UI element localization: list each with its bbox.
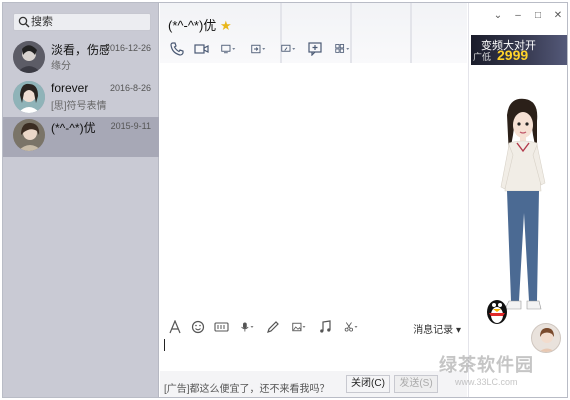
- gif-icon[interactable]: [212, 319, 230, 335]
- contact-sidebar: 搜索 淡看，伤感 2016-12-26 缘分 forever 2016-8-26…: [3, 3, 159, 397]
- message-area[interactable]: [160, 63, 467, 313]
- banner-price: 2999: [497, 47, 529, 63]
- minimize-icon[interactable]: –: [513, 11, 523, 21]
- avatar: [13, 81, 45, 113]
- message-history-button[interactable]: 消息记录 ▾: [413, 321, 461, 336]
- window-controls: ⌄ – □ ✕: [493, 11, 563, 21]
- chat-header: (*^-^*)优 ★: [160, 3, 467, 63]
- avatar: [13, 119, 45, 151]
- text-caret: [164, 339, 165, 351]
- input-toolbar: [166, 319, 363, 335]
- chat-toolbar: [168, 41, 354, 57]
- star-icon: ★: [219, 18, 232, 33]
- scissors-icon[interactable]: [339, 319, 363, 335]
- font-icon[interactable]: [166, 319, 184, 335]
- chat-title-text: (*^-^*)优: [168, 18, 217, 33]
- contact-item-active[interactable]: (*^-^*)优 2015-9-11: [3, 117, 159, 157]
- watermark: 绿茶软件园 www.33LC.com: [409, 347, 567, 397]
- contact-preview: 缘分: [51, 61, 71, 72]
- ad-link[interactable]: [广告]都这么便宜了，还不来看我吗？: [164, 380, 330, 395]
- search-placeholder: 搜索: [31, 16, 53, 28]
- avatar-show-figure: [500, 98, 546, 310]
- remote-desktop-icon[interactable]: [216, 41, 240, 57]
- close-icon[interactable]: ✕: [553, 11, 563, 21]
- add-chat-icon[interactable]: [306, 41, 324, 57]
- contact-item[interactable]: forever 2016-8-26 [思]符号表情: [3, 79, 159, 119]
- banner-label: 广低: [473, 52, 492, 62]
- contact-date: 2015-9-11: [110, 121, 151, 131]
- chevron-down-icon[interactable]: ⌄: [493, 11, 503, 21]
- avatar: [13, 41, 45, 73]
- video-call-icon[interactable]: [192, 41, 210, 57]
- contact-item[interactable]: 淡看，伤感 2016-12-26 缘分: [3, 39, 159, 79]
- apps-grid-icon[interactable]: [330, 41, 354, 57]
- background-decoration: [410, 3, 412, 63]
- file-transfer-icon[interactable]: [246, 41, 270, 57]
- contact-date: 2016-12-26: [104, 43, 151, 53]
- voice-icon[interactable]: [235, 319, 259, 335]
- contact-date: 2016-8-26: [109, 83, 151, 93]
- watermark-url: www.33LC.com: [455, 377, 518, 387]
- contact-name: 淡看，伤感: [51, 43, 109, 57]
- maximize-icon[interactable]: □: [533, 11, 543, 21]
- image-icon[interactable]: [287, 319, 311, 335]
- search-icon: [18, 16, 30, 28]
- chat-window: 搜索 淡看，伤感 2016-12-26 缘分 forever 2016-8-26…: [2, 2, 568, 398]
- screen-share-icon[interactable]: [276, 41, 300, 57]
- contact-name: (*^-^*)优: [51, 121, 96, 135]
- penguin-mascot-icon: [487, 300, 507, 324]
- music-icon[interactable]: [316, 319, 334, 335]
- chat-title: (*^-^*)优 ★: [168, 15, 232, 34]
- side-panel: ⌄ – □ ✕ 变频大对开 广低 2999 绿茶软件园 www.33LC.com: [439, 3, 567, 397]
- watermark-text: 绿茶软件园: [439, 355, 534, 375]
- close-button[interactable]: 关闭(C): [346, 375, 390, 393]
- search-box[interactable]: 搜索: [13, 13, 151, 31]
- chat-pane: (*^-^*)优 ★ 消息记录 ▾ [广告]都这么便宜了，还不来看我吗？ 关闭(…: [160, 3, 467, 397]
- phone-icon[interactable]: [168, 41, 186, 57]
- contact-preview: [思]符号表情: [51, 101, 107, 112]
- emoji-icon[interactable]: [189, 319, 207, 335]
- pen-icon[interactable]: [264, 319, 282, 335]
- ad-banner[interactable]: 变频大对开 广低 2999: [471, 35, 567, 65]
- contact-name: forever: [51, 81, 89, 95]
